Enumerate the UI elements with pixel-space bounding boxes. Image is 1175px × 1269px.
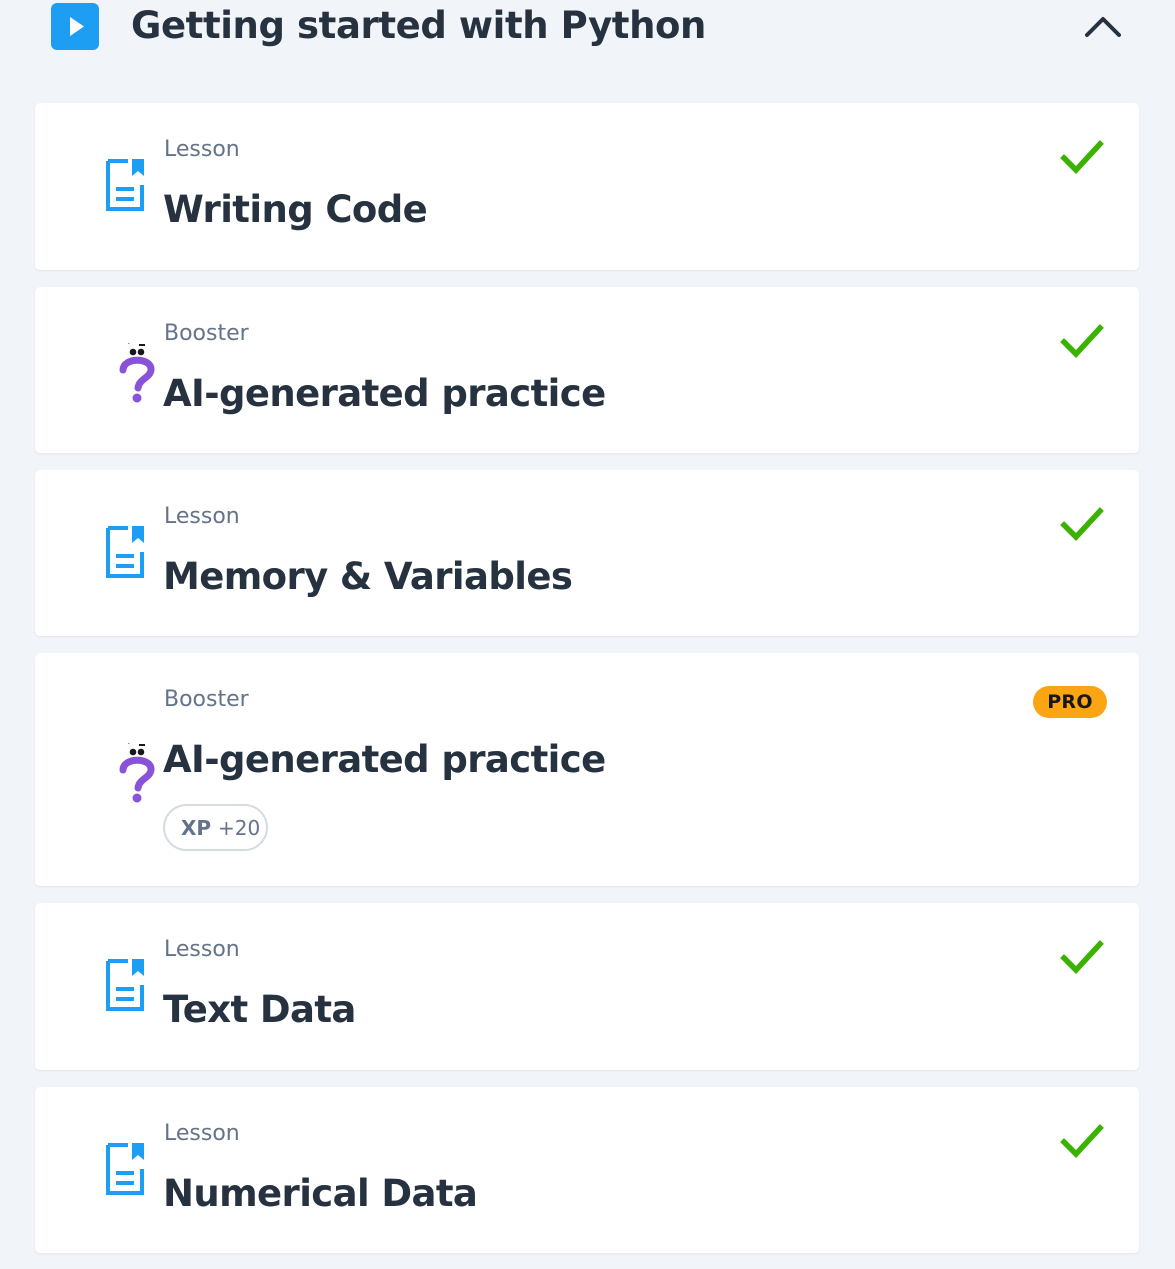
booster-card-ai-practice[interactable]: Booster AI-generated practice bbox=[35, 287, 1139, 453]
lesson-document-icon bbox=[106, 526, 164, 586]
section-title: Getting started with Python bbox=[131, 4, 706, 47]
xp-value: +20 bbox=[218, 816, 261, 840]
lesson-card-numerical-data[interactable]: Lesson Numerical Data bbox=[35, 1087, 1139, 1253]
lesson-document-icon bbox=[106, 1143, 164, 1203]
play-icon bbox=[51, 3, 99, 50]
check-icon bbox=[1059, 506, 1105, 548]
check-icon bbox=[1059, 939, 1105, 981]
check-icon bbox=[1059, 139, 1105, 181]
question-mark-character-icon bbox=[106, 343, 164, 403]
collapse-toggle-button[interactable] bbox=[1080, 7, 1126, 47]
check-icon bbox=[1059, 323, 1105, 365]
item-kind-label: Lesson bbox=[164, 504, 240, 529]
lesson-document-icon bbox=[106, 959, 164, 1019]
xp-label: XP bbox=[181, 816, 212, 840]
section-header[interactable]: Getting started with Python bbox=[0, 0, 1175, 60]
lesson-card-memory-variables[interactable]: Lesson Memory & Variables bbox=[35, 470, 1139, 636]
xp-reward-pill: XP +20 bbox=[163, 804, 268, 851]
check-icon bbox=[1059, 1123, 1105, 1165]
pro-badge: PRO bbox=[1033, 686, 1107, 718]
item-title: AI-generated practice bbox=[163, 738, 606, 781]
item-kind-label: Lesson bbox=[164, 137, 240, 162]
item-kind-label: Lesson bbox=[164, 1121, 240, 1146]
item-kind-label: Booster bbox=[164, 687, 249, 712]
lesson-card-text-data[interactable]: Lesson Text Data bbox=[35, 903, 1139, 1070]
item-kind-label: Lesson bbox=[164, 937, 240, 962]
chevron-up-icon bbox=[1085, 17, 1121, 37]
item-kind-label: Booster bbox=[164, 321, 249, 346]
lesson-document-icon bbox=[106, 159, 164, 219]
booster-card-ai-practice-pro[interactable]: Booster AI-generated practice PRO XP +20 bbox=[35, 653, 1139, 886]
item-title: Writing Code bbox=[163, 188, 428, 231]
item-title: Numerical Data bbox=[163, 1172, 478, 1215]
item-title: AI-generated practice bbox=[163, 372, 606, 415]
item-title: Memory & Variables bbox=[163, 555, 573, 598]
item-title: Text Data bbox=[163, 988, 356, 1031]
lesson-card-writing-code[interactable]: Lesson Writing Code bbox=[35, 103, 1139, 270]
question-mark-character-icon bbox=[106, 743, 164, 803]
